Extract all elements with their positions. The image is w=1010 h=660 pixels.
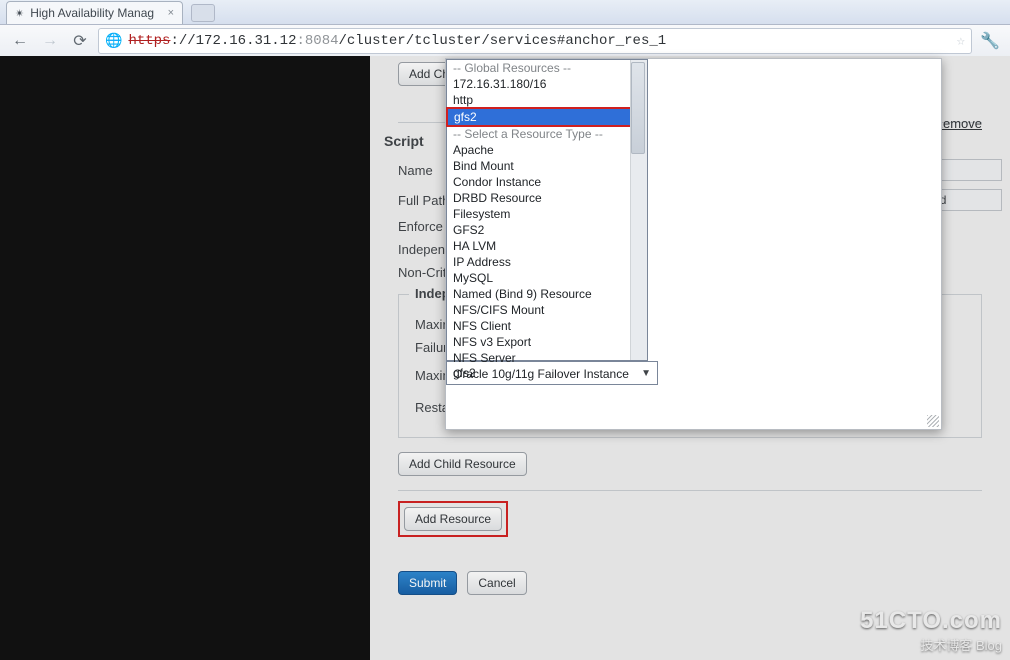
dropdown-option[interactable]: Bind Mount: [447, 158, 631, 174]
dropdown-group-global: -- Global Resources --: [447, 60, 631, 76]
add-resource-button[interactable]: Add Resource: [404, 507, 502, 531]
dropdown-option[interactable]: IP Address: [447, 254, 631, 270]
dropdown-option[interactable]: Filesystem: [447, 206, 631, 222]
address-bar[interactable]: 🌐 https ://172.16.31.12 :8084 /cluster/t…: [98, 28, 972, 54]
url-port: :8084: [296, 33, 338, 49]
dropdown-option-selected[interactable]: gfs2: [448, 109, 630, 125]
new-tab-button[interactable]: [191, 4, 215, 22]
watermark-line1: 51CTO.com: [860, 607, 1002, 635]
dropdown-option[interactable]: GFS2: [447, 222, 631, 238]
dropdown-option[interactable]: NFS Client: [447, 318, 631, 334]
dropdown-option[interactable]: NFS v3 Export: [447, 334, 631, 350]
dropdown-group-types: -- Select a Resource Type --: [447, 126, 631, 142]
url-path: /cluster/tcluster/services#anchor_res_1: [339, 33, 667, 49]
add-child-resource-button[interactable]: Add Child Resource: [398, 452, 527, 476]
resize-grip[interactable]: [927, 415, 939, 427]
browser-toolbar: ← → ⟳ 🌐 https ://172.16.31.12 :8084 /clu…: [0, 25, 1010, 58]
dropdown-option[interactable]: NFS Server: [447, 350, 631, 366]
reload-button[interactable]: ⟳: [68, 29, 92, 53]
url-host: ://172.16.31.12: [170, 33, 296, 49]
scrollbar-thumb[interactable]: [631, 62, 645, 154]
submit-button[interactable]: Submit: [398, 571, 457, 595]
tab-favicon: ✴: [15, 7, 24, 20]
dropdown-option[interactable]: 172.16.31.180/16: [447, 76, 631, 92]
dropdown-option[interactable]: Oracle 10g/11g Failover Instance: [447, 366, 631, 382]
url-protocol: https: [128, 33, 170, 49]
dropdown-option[interactable]: Condor Instance: [447, 174, 631, 190]
browser-tabstrip: ✴ High Availability Manag ×: [0, 0, 1010, 25]
dropdown-option[interactable]: HA LVM: [447, 238, 631, 254]
dropdown-option[interactable]: Named (Bind 9) Resource: [447, 286, 631, 302]
forward-button[interactable]: →: [38, 29, 62, 53]
resource-type-dropdown-open[interactable]: -- Global Resources -- 172.16.31.180/16 …: [446, 59, 648, 361]
dropdown-option[interactable]: MySQL: [447, 270, 631, 286]
dropdown-option[interactable]: NFS/CIFS Mount: [447, 302, 631, 318]
dropdown-option[interactable]: Apache: [447, 142, 631, 158]
dropdown-option[interactable]: http: [447, 92, 631, 108]
watermark-line2: 技术博客 Blog: [860, 635, 1002, 654]
dropdown-scrollbar[interactable]: [630, 60, 647, 360]
wrench-menu-icon[interactable]: 🔧: [978, 29, 1002, 53]
close-icon[interactable]: ×: [168, 7, 174, 19]
cancel-button[interactable]: Cancel: [467, 571, 526, 595]
browser-tab[interactable]: ✴ High Availability Manag ×: [6, 1, 183, 24]
resource-picker-popup: -- Global Resources -- 172.16.31.180/16 …: [445, 58, 942, 430]
bookmark-star-icon[interactable]: ☆: [957, 33, 965, 50]
globe-icon: 🌐: [105, 33, 122, 50]
dropdown-option[interactable]: DRBD Resource: [447, 190, 631, 206]
back-button[interactable]: ←: [8, 29, 32, 53]
tab-title: High Availability Manag: [30, 6, 154, 20]
watermark: 51CTO.com 技术博客 Blog: [860, 607, 1002, 654]
left-pane: [0, 56, 370, 660]
